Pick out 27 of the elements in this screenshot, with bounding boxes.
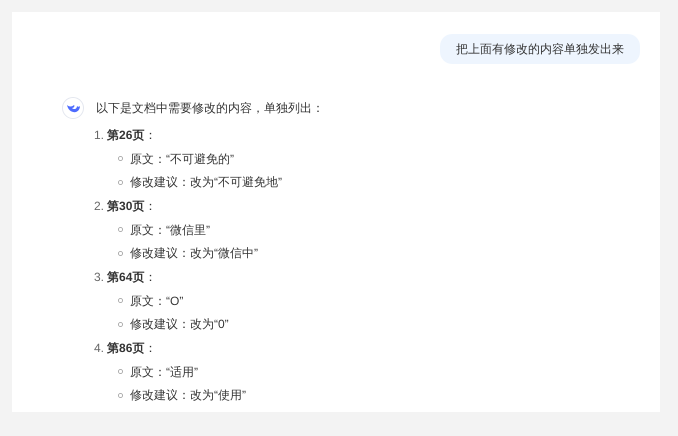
list-number: 2. [94,198,104,215]
user-message: 把上面有修改的内容单独发出来 [440,34,640,64]
bullet-icon [118,322,123,327]
page-heading: 第64页： [107,268,156,286]
detail-text: 修改建议：改为“0” [130,316,229,334]
reply-intro: 以下是文档中需要修改的内容，单独列出： [96,100,324,117]
bullet-icon [118,392,123,398]
detail-text: 修改建议：改为“微信中” [130,245,258,262]
bullet-icon [118,250,123,256]
bullet-icon [118,156,123,162]
list-number: 1. [94,126,104,144]
list-number: 4. [94,340,104,358]
detail-text: 原文：“O” [130,292,184,310]
detail-text: 修改建议：改为“使用” [130,387,246,404]
page-heading: 第86页： [107,340,156,358]
bullet-icon [118,227,123,232]
page-heading: 第26页： [107,126,156,144]
bullet-icon [118,180,123,185]
page-heading: 第30页： [107,198,156,215]
bullet-icon [118,369,123,374]
detail-text: 原文：“适用” [130,364,198,381]
list-number: 3. [94,268,104,286]
detail-text: 原文：“微信里” [130,222,210,239]
whale-icon [66,102,80,114]
detail-text: 修改建议：改为“不可避免地” [130,174,282,192]
detail-text: 原文：“不可避免的” [130,150,234,168]
bullet-icon [118,298,123,304]
